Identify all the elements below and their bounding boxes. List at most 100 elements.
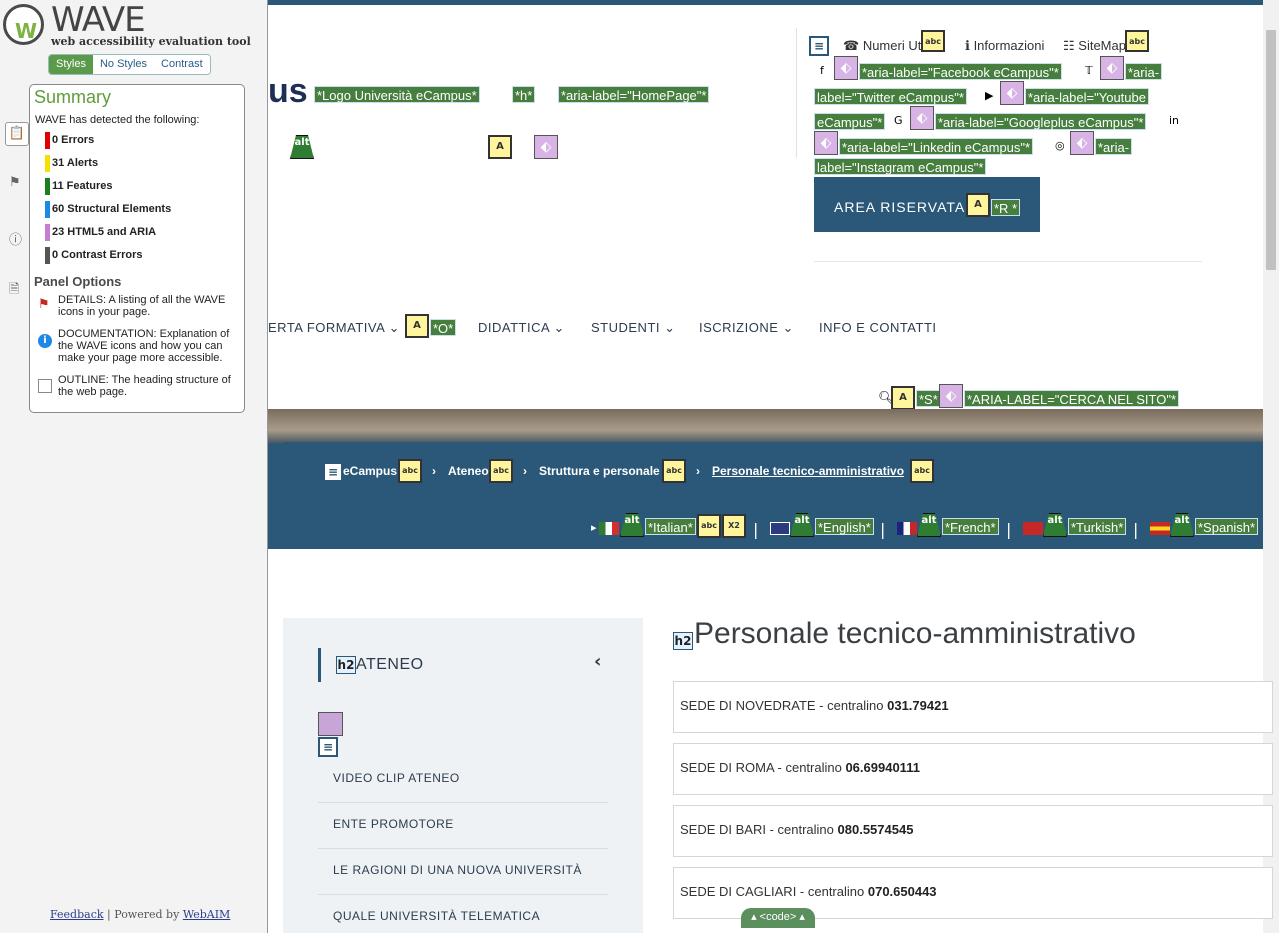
wave-tagline: web accessibility evaluation tool (51, 35, 251, 48)
menu-item-video-clip[interactable]: VIDEO CLIP ATENEO (333, 771, 460, 785)
collapse-chevron-icon[interactable]: ‹ (594, 651, 601, 672)
accesskey-icon: A (405, 314, 429, 338)
view-tabs: Styles No Styles Contrast (48, 54, 211, 75)
googleplus-icon[interactable]: G (894, 114, 903, 127)
aria-tag-icon: ⬖ (939, 384, 963, 408)
sitemap-link[interactable]: ☷ SiteMap (1063, 38, 1126, 54)
area-riservata-label: AREA RISERVATA (834, 199, 966, 215)
linkedin-icon[interactable]: in (1169, 114, 1179, 127)
aria-tag-icon: ⬖ (834, 56, 858, 80)
flag-spain-icon[interactable] (1150, 522, 1170, 535)
details-flag-icon[interactable]: ⚑ (9, 175, 25, 191)
page-title: Personale tecnico-amministrativo (694, 617, 1136, 650)
instagram-icon[interactable]: ◎ (1055, 139, 1065, 152)
flag-france-icon[interactable] (897, 522, 917, 535)
label-youtube-1: *aria-label="Youtube (1025, 88, 1149, 105)
label-facebook: *aria-label="Facebook eCampus"* (859, 63, 1062, 80)
breadcrumb-current[interactable]: Personale tecnico-amministrativo (712, 464, 904, 478)
sede-card: SEDE DI BARI - centralino 080.5574545 (673, 805, 1273, 857)
alt-link-icon: alt (290, 135, 314, 159)
sede-number: 06.69940111 (845, 760, 920, 775)
youtube-icon[interactable]: ▶ (985, 89, 993, 102)
breadcrumb-ecampus[interactable]: eCampus (343, 464, 397, 478)
section-accent (318, 648, 321, 682)
university-logo[interactable]: us (268, 72, 308, 111)
top-accent-bar (268, 0, 1263, 5)
list-icon: ≡ (318, 737, 338, 757)
nav-iscrizione[interactable]: ISCRIZIONE ⌄ (699, 320, 794, 336)
documentation-info-icon[interactable]: ⓘ (9, 229, 25, 248)
nav-label: ERTA FORMATIVA (268, 320, 385, 335)
flag-turkey-icon[interactable] (1023, 522, 1043, 535)
tab-no-styles[interactable]: No Styles (92, 55, 155, 74)
abc-icon: abc (697, 514, 721, 538)
label-twitter-2: label="Twitter eCampus"* (814, 88, 967, 105)
flag-italy-icon[interactable] (599, 522, 619, 535)
sede-card: SEDE DI NOVEDRATE - centralino 031.79421 (673, 681, 1273, 733)
abc-icon: abc (489, 459, 513, 483)
label-youtube-2: eCampus"* (814, 113, 886, 130)
numeri-utili-label: Numeri Utili (862, 38, 930, 53)
count-alerts[interactable]: 31 Alerts (45, 155, 98, 172)
label-logo-alt: *Logo Università eCampus* (314, 86, 480, 103)
nav-studenti[interactable]: STUDENTI ⌄ (591, 320, 676, 336)
nav-label: ISCRIZIONE (699, 320, 779, 335)
code-toggle-button[interactable]: ▴ <code> ▴ (741, 908, 815, 928)
label-googleplus: *aria-label="Googleplus eCampus"* (935, 113, 1147, 130)
facebook-icon[interactable]: f (820, 64, 824, 77)
label-search: *ARIA-LABEL="CERCA NEL SITO"* (964, 390, 1180, 407)
sede-number: 080.5574545 (837, 822, 914, 837)
label-linkedin: *aria-label="Linkedin eCampus"* (839, 138, 1034, 155)
abc-icon: abc (910, 459, 934, 483)
numeri-utili-link[interactable]: ☎ Numeri Utili (843, 38, 930, 54)
accesskey-icon: A (891, 386, 915, 410)
tab-styles[interactable]: Styles (49, 55, 93, 74)
twitter-icon[interactable]: 𝕋 (1085, 64, 1093, 77)
abc-icon: abc (921, 30, 945, 52)
panel-options-heading: Panel Options (34, 274, 122, 289)
count-errors[interactable]: 0 Errors (45, 132, 94, 149)
nav-info-contatti[interactable]: INFO E CONTATTI (819, 320, 937, 335)
flag-uk-icon[interactable] (770, 522, 790, 535)
tab-contrast[interactable]: Contrast (154, 55, 210, 74)
count-contrast[interactable]: 0 Contrast Errors (45, 247, 142, 264)
aria-tag-icon: ⬖ (1070, 131, 1094, 155)
menu-item-quale-universita[interactable]: QUALE UNIVERSITÀ TELEMATICA (333, 909, 540, 923)
list-icon: ≡ (323, 462, 343, 482)
menu-divider (318, 894, 608, 895)
informazioni-link[interactable]: ℹ Informazioni (965, 38, 1044, 54)
label-italian: *Italian* (645, 518, 696, 535)
informazioni-label: Informazioni (973, 38, 1045, 53)
accesskey-icon: A (488, 135, 512, 159)
feedback-link[interactable]: Feedback (50, 908, 104, 921)
abc-icon: abc (662, 459, 686, 483)
nav-didattica[interactable]: DIDATTICA ⌄ (478, 320, 565, 336)
menu-item-ragioni[interactable]: LE RAGIONI DI UNA NUOVA UNIVERSITÀ (333, 863, 582, 877)
webaim-link[interactable]: WebAIM (183, 908, 231, 921)
scrollbar-thumb[interactable] (1266, 30, 1276, 270)
count-html5-aria[interactable]: 23 HTML5 and ARIA (45, 224, 156, 241)
label-s: *S* (916, 390, 941, 407)
wave-sidebar: W WAVE web accessibility evaluation tool… (0, 0, 268, 933)
aria-tag-icon: ⬖ (814, 131, 838, 155)
nav-label: INFO E CONTATTI (819, 320, 937, 335)
header-rule (814, 261, 1202, 262)
label-h: *h* (512, 86, 536, 103)
breadcrumb-struttura[interactable]: Struttura e personale (539, 464, 660, 478)
language-separator: | (1006, 520, 1012, 539)
menu-item-ente-promotore[interactable]: ENTE PROMOTORE (333, 817, 454, 831)
menu-divider (318, 848, 608, 849)
h2-icon: h2 (673, 632, 693, 650)
nav-offerta-formativa[interactable]: ERTA FORMATIVA ⌄ (268, 320, 400, 336)
outline-document-icon[interactable]: 🗎 (9, 280, 25, 297)
breadcrumb-ateneo[interactable]: Ateneo (448, 464, 489, 478)
language-separator: | (1133, 520, 1139, 539)
aria-tag-icon: ⬖ (534, 135, 558, 159)
sede-label: SEDE DI CAGLIARI - centralino (680, 884, 865, 899)
count-features[interactable]: 11 Features (45, 178, 113, 195)
count-structural[interactable]: 60 Structural Elements (45, 201, 171, 218)
aria-tag-icon: ⬖ (1000, 81, 1024, 105)
sede-label: SEDE DI BARI - centralino (680, 822, 834, 837)
summary-clipboard-icon[interactable]: 📋 (5, 122, 29, 146)
label-turkish: *Turkish* (1068, 518, 1127, 535)
